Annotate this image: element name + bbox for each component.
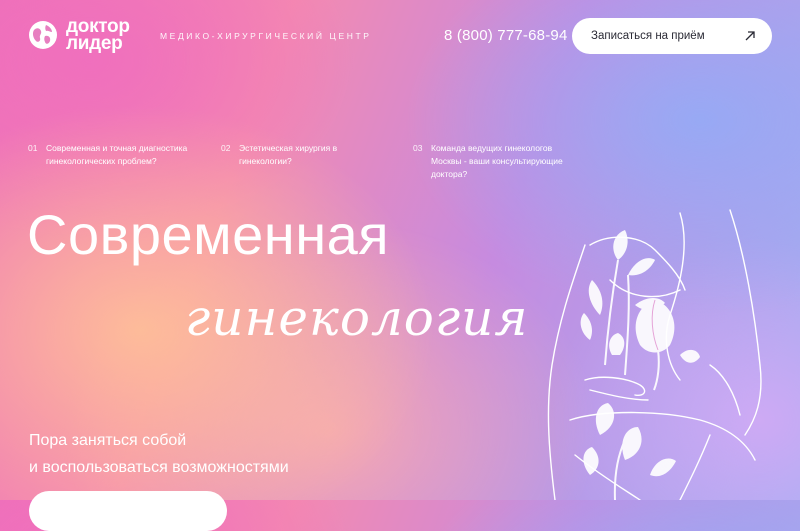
question-number: 01 — [28, 143, 38, 153]
question-text: Современная и точная диагностика гинекол… — [46, 143, 188, 166]
logo[interactable]: доктор лидер — [28, 17, 130, 54]
hero-title-line2: гинекология — [185, 289, 529, 347]
phone-link[interactable]: 8 (800) 777-68-94 — [444, 27, 567, 44]
hero-title-line1: Современная — [27, 203, 390, 266]
logo-text: доктор лидер — [66, 17, 130, 54]
question-link-3[interactable]: 03 Команда ведущих гинекологов Москвы - … — [413, 142, 563, 181]
hero-subtitle-line2: и воспользоваться возможностями — [29, 459, 289, 476]
question-link-2[interactable]: 02 Эстетическая хирургия в гинекологии? — [221, 142, 337, 168]
book-appointment-label: Записаться на приём — [591, 30, 705, 42]
header: доктор лидер Медико-хирургический центр … — [0, 0, 800, 72]
hero-subtitle: Пора заняться собой и воспользоваться во… — [29, 427, 289, 481]
question-text: Команда ведущих гинекологов Москвы - ваш… — [431, 143, 563, 179]
hero-action-button[interactable] — [29, 491, 227, 531]
question-number: 02 — [221, 143, 231, 153]
hero-subtitle-line1: Пора заняться собой — [29, 432, 187, 449]
logo-line2: лидер — [66, 33, 123, 54]
arrow-up-right-icon — [745, 31, 755, 41]
tagline: Медико-хирургический центр — [160, 31, 372, 41]
book-appointment-button[interactable]: Записаться на приём — [572, 18, 772, 54]
woman-flowers-illustration — [547, 209, 762, 500]
globe-logo-icon — [29, 21, 57, 49]
question-link-1[interactable]: 01 Современная и точная диагностика гине… — [28, 142, 187, 168]
question-number: 03 — [413, 143, 423, 153]
question-text: Эстетическая хирургия в гинекологии? — [239, 143, 338, 166]
